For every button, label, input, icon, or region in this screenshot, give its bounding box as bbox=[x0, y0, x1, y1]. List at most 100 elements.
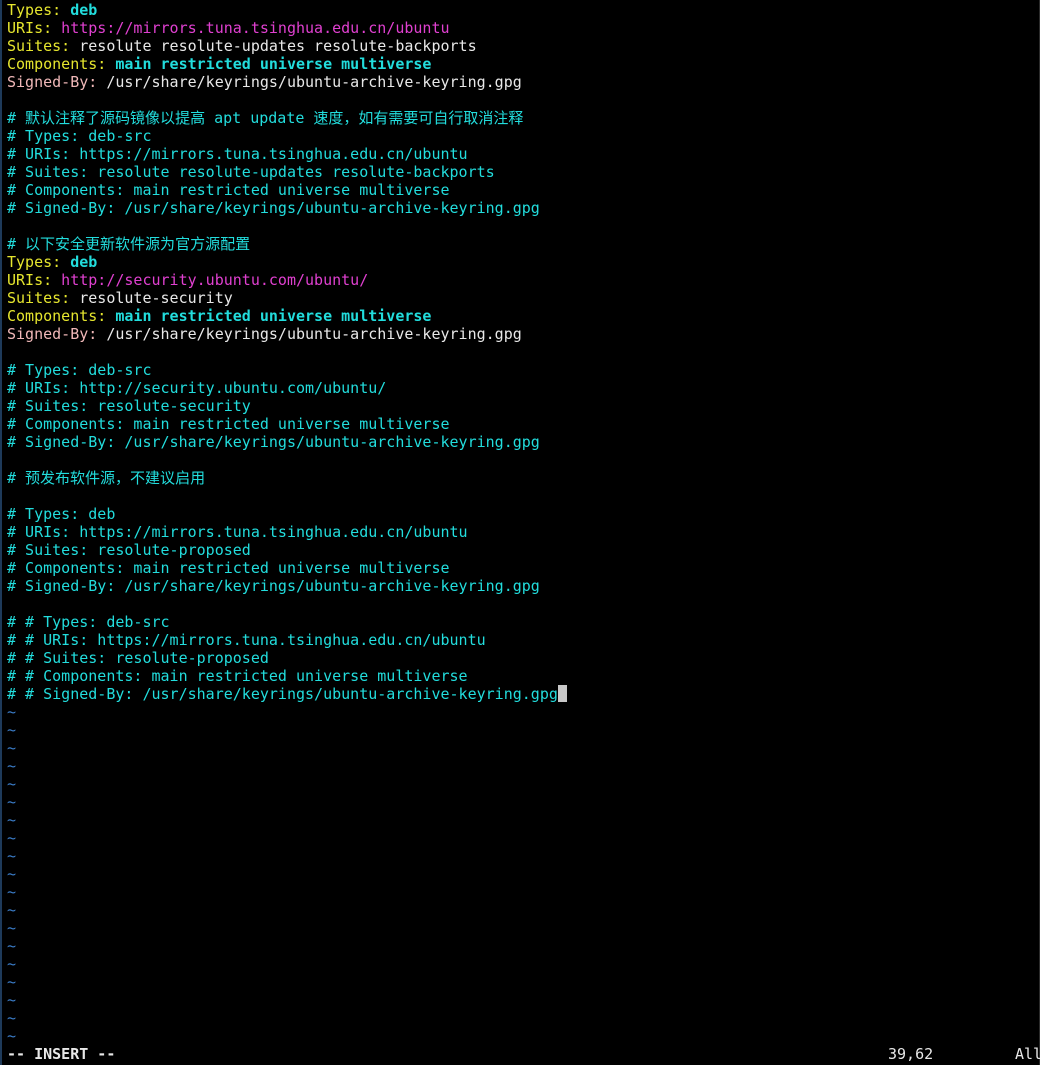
buffer-line[interactable] bbox=[7, 343, 1032, 361]
tilde-marker: ~ bbox=[7, 865, 17, 883]
buffer-line[interactable]: # Components: main restricted universe m… bbox=[7, 415, 1032, 433]
buffer-line[interactable]: Components: main restricted universe mul… bbox=[7, 55, 1032, 73]
tilde-marker: ~ bbox=[7, 757, 17, 775]
tilde-marker: ~ bbox=[7, 739, 17, 757]
field-key: Types: bbox=[7, 1, 62, 19]
buffer-line[interactable]: # Suites: resolute-security bbox=[7, 397, 1032, 415]
buffer-line[interactable]: # Types: deb-src bbox=[7, 361, 1032, 379]
buffer-line[interactable]: # 预发布软件源，不建议启用 bbox=[7, 469, 1032, 487]
buffer-line[interactable]: # # Types: deb-src bbox=[7, 613, 1032, 631]
comment-text: # # Types: deb-src bbox=[7, 613, 170, 631]
buffer-line[interactable]: # URIs: http://security.ubuntu.com/ubunt… bbox=[7, 379, 1032, 397]
empty-line-marker: ~ bbox=[7, 775, 1032, 793]
comment-text: # 预发布软件源，不建议启用 bbox=[7, 469, 206, 487]
field-key: Suites: bbox=[7, 37, 71, 55]
comment-text: # Types: deb-src bbox=[7, 127, 152, 145]
buffer-line[interactable]: # Signed-By: /usr/share/keyrings/ubuntu-… bbox=[7, 577, 1032, 595]
comment-text: # # URIs: https://mirrors.tuna.tsinghua.… bbox=[7, 631, 486, 649]
empty-line-marker: ~ bbox=[7, 991, 1032, 1009]
field-value: deb bbox=[61, 1, 98, 19]
tilde-marker: ~ bbox=[7, 703, 17, 721]
buffer-line[interactable]: # Suites: resolute-proposed bbox=[7, 541, 1032, 559]
buffer-line[interactable]: # Signed-By: /usr/share/keyrings/ubuntu-… bbox=[7, 433, 1032, 451]
editor-buffer[interactable]: Types: deb URIs: https://mirrors.tuna.tsi… bbox=[7, 1, 1032, 1045]
buffer-line[interactable]: # Types: deb-src bbox=[7, 127, 1032, 145]
buffer-line[interactable]: # Types: deb bbox=[7, 505, 1032, 523]
comment-text: # Signed-By: /usr/share/keyrings/ubuntu-… bbox=[7, 577, 540, 595]
vim-statusline: -- INSERT -- 39,62 All bbox=[7, 1045, 1040, 1063]
comment-text: # Signed-By: /usr/share/keyrings/ubuntu-… bbox=[7, 199, 540, 217]
buffer-line[interactable]: Suites: resolute resolute-updates resolu… bbox=[7, 37, 1032, 55]
buffer-line[interactable]: Types: deb bbox=[7, 253, 1032, 271]
buffer-line[interactable]: # # Components: main restricted universe… bbox=[7, 667, 1032, 685]
tilde-marker: ~ bbox=[7, 811, 17, 829]
field-key: URIs: bbox=[7, 19, 53, 37]
empty-line-marker: ~ bbox=[7, 847, 1032, 865]
buffer-line[interactable]: # # URIs: https://mirrors.tuna.tsinghua.… bbox=[7, 631, 1032, 649]
buffer-line[interactable]: # # Suites: resolute-proposed bbox=[7, 649, 1032, 667]
buffer-line[interactable]: Signed-By: /usr/share/keyrings/ubuntu-ar… bbox=[7, 73, 1032, 91]
buffer-line[interactable]: Signed-By: /usr/share/keyrings/ubuntu-ar… bbox=[7, 325, 1032, 343]
buffer-line[interactable] bbox=[7, 91, 1032, 109]
tilde-marker: ~ bbox=[7, 937, 17, 955]
empty-line-marker: ~ bbox=[7, 703, 1032, 721]
field-value: resolute-security bbox=[70, 289, 233, 307]
comment-text: # Types: deb-src bbox=[7, 361, 152, 379]
buffer-line[interactable] bbox=[7, 217, 1032, 235]
buffer-line[interactable]: Components: main restricted universe mul… bbox=[7, 307, 1032, 325]
field-key: Suites: bbox=[7, 289, 71, 307]
tilde-marker: ~ bbox=[7, 901, 17, 919]
empty-line-marker: ~ bbox=[7, 1027, 1032, 1045]
comment-text: # Suites: resolute-security bbox=[7, 397, 251, 415]
buffer-line[interactable]: # Components: main restricted universe m… bbox=[7, 181, 1032, 199]
buffer-line[interactable]: # Components: main restricted universe m… bbox=[7, 559, 1032, 577]
buffer-line[interactable] bbox=[7, 451, 1032, 469]
tilde-marker: ~ bbox=[7, 919, 17, 937]
tilde-marker: ~ bbox=[7, 955, 17, 973]
buffer-line[interactable]: Types: deb bbox=[7, 1, 1032, 19]
empty-line-marker: ~ bbox=[7, 973, 1032, 991]
empty-line-marker: ~ bbox=[7, 1009, 1032, 1027]
buffer-line[interactable]: # Suites: resolute resolute-updates reso… bbox=[7, 163, 1032, 181]
comment-text: # 默认注释了源码镜像以提高 apt update 速度，如有需要可自行取消注释 bbox=[7, 109, 524, 127]
buffer-line[interactable]: Suites: resolute-security bbox=[7, 289, 1032, 307]
buffer-line[interactable]: URIs: https://mirrors.tuna.tsinghua.edu.… bbox=[7, 19, 1032, 37]
tilde-marker: ~ bbox=[7, 973, 17, 991]
buffer-line[interactable]: # Signed-By: /usr/share/keyrings/ubuntu-… bbox=[7, 199, 1032, 217]
comment-text: # Suites: resolute-proposed bbox=[7, 541, 251, 559]
comment-text: # # Suites: resolute-proposed bbox=[7, 649, 269, 667]
buffer-line[interactable]: URIs: http://security.ubuntu.com/ubuntu/ bbox=[7, 271, 1032, 289]
buffer-line[interactable]: # 默认注释了源码镜像以提高 apt update 速度，如有需要可自行取消注释 bbox=[7, 109, 1032, 127]
cursor-position: 39,62 bbox=[888, 1045, 934, 1063]
buffer-line[interactable]: # 以下安全更新软件源为官方源配置 bbox=[7, 235, 1032, 253]
comment-text: # Components: main restricted universe m… bbox=[7, 559, 450, 577]
text-cursor bbox=[557, 685, 567, 702]
comment-text: # URIs: https://mirrors.tuna.tsinghua.ed… bbox=[7, 523, 468, 541]
buffer-line[interactable]: # URIs: https://mirrors.tuna.tsinghua.ed… bbox=[7, 145, 1032, 163]
comment-text: # URIs: https://mirrors.tuna.tsinghua.ed… bbox=[7, 145, 468, 163]
field-key: Signed-By: bbox=[7, 73, 98, 91]
field-value: main restricted universe multiverse bbox=[106, 55, 432, 73]
tilde-marker: ~ bbox=[7, 721, 17, 739]
terminal-window[interactable]: Types: deb URIs: https://mirrors.tuna.tsi… bbox=[0, 0, 1040, 1065]
field-value: /usr/share/keyrings/ubuntu-archive-keyri… bbox=[97, 325, 522, 343]
buffer-line[interactable]: # URIs: https://mirrors.tuna.tsinghua.ed… bbox=[7, 523, 1032, 541]
buffer-line[interactable]: # # Signed-By: /usr/share/keyrings/ubunt… bbox=[7, 685, 1032, 703]
buffer-line[interactable] bbox=[7, 595, 1032, 613]
comment-text: # Components: main restricted universe m… bbox=[7, 181, 450, 199]
tilde-marker: ~ bbox=[7, 847, 17, 865]
tilde-marker: ~ bbox=[7, 1009, 17, 1027]
comment-text: # URIs: http://security.ubuntu.com/ubunt… bbox=[7, 379, 387, 397]
tilde-marker: ~ bbox=[7, 793, 17, 811]
comment-text: # Components: main restricted universe m… bbox=[7, 415, 450, 433]
empty-line-marker: ~ bbox=[7, 901, 1032, 919]
empty-line-marker: ~ bbox=[7, 865, 1032, 883]
buffer-line[interactable] bbox=[7, 487, 1032, 505]
comment-text: # # Components: main restricted universe… bbox=[7, 667, 468, 685]
field-key: Components: bbox=[7, 307, 107, 325]
field-value: main restricted universe multiverse bbox=[106, 307, 432, 325]
tilde-marker: ~ bbox=[7, 991, 17, 1009]
empty-line-marker: ~ bbox=[7, 829, 1032, 847]
empty-line-marker: ~ bbox=[7, 793, 1032, 811]
field-value: deb bbox=[61, 253, 98, 271]
